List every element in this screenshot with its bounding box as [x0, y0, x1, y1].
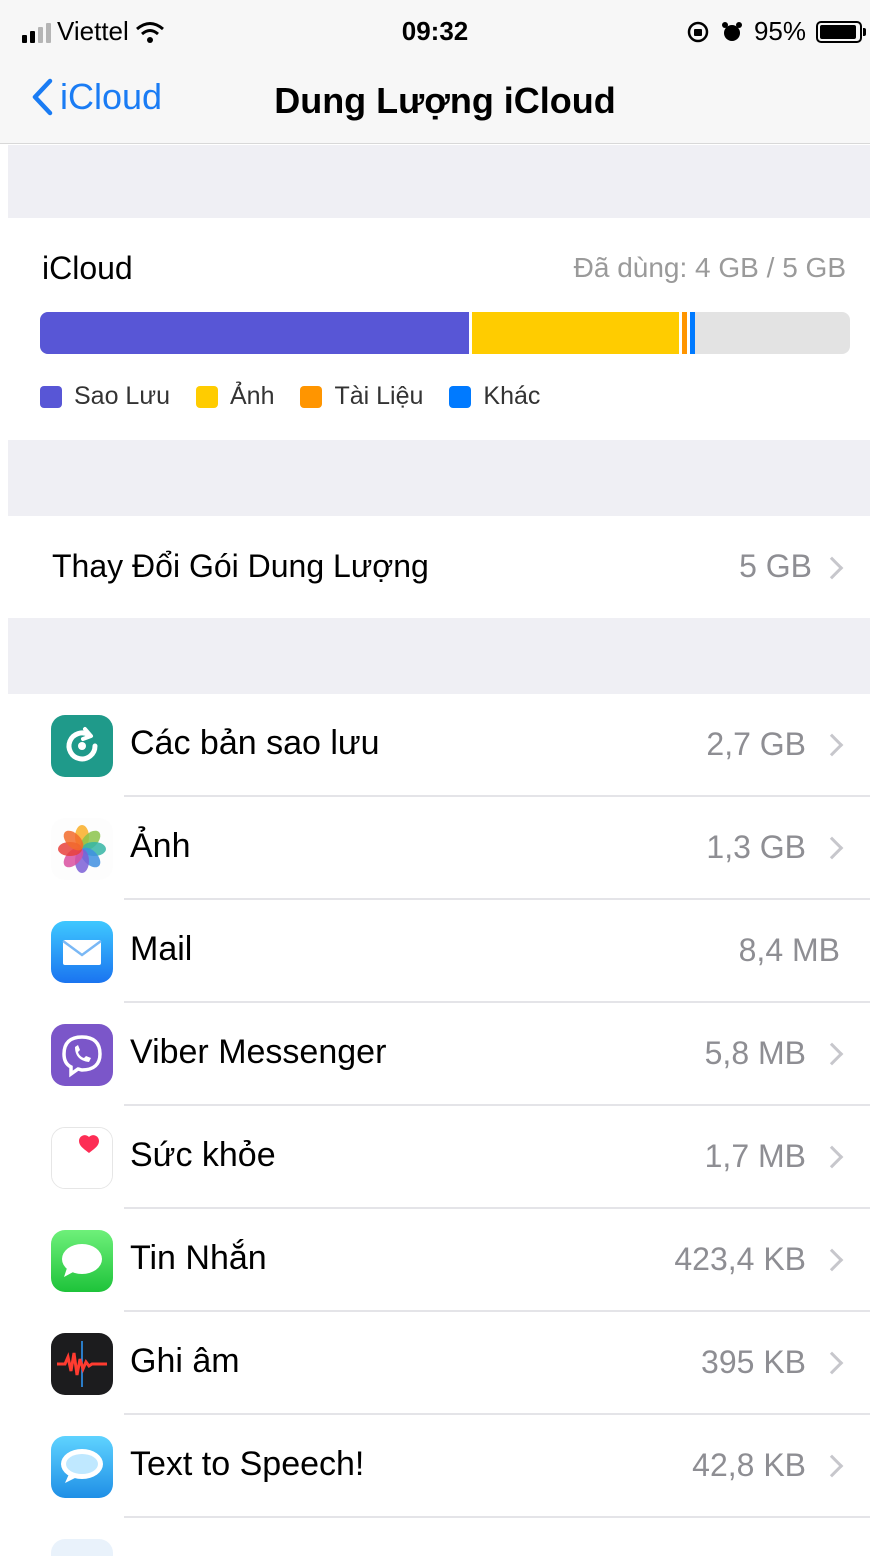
app-row-mail[interactable]: Mail 8,4 MB	[8, 900, 870, 1003]
app-row-photos[interactable]: Ảnh 1,3 GB	[8, 797, 870, 900]
voice-memos-icon	[51, 1333, 113, 1395]
status-bar: Viettel 09:32 95%	[0, 0, 870, 62]
plan-value: 5 GB	[739, 548, 812, 584]
app-row-messages[interactable]: Tin Nhắn 423,4 KB	[8, 1209, 870, 1312]
alarm-icon	[721, 21, 742, 41]
app-name: Viber Messenger	[130, 1033, 387, 1071]
app-name: Ghi âm	[130, 1342, 240, 1380]
legend-swatch	[300, 385, 323, 408]
section-gap	[8, 618, 870, 694]
messages-icon	[51, 1230, 113, 1292]
change-storage-plan-row[interactable]: Thay Đổi Gói Dung Lượng 5 GB	[8, 516, 870, 618]
app-row-backups[interactable]: Các bản sao lưu 2,7 GB	[8, 694, 870, 797]
app-storage-list: Các bản sao lưu 2,7 GB Ảnh 1,3 GB Mail 8…	[8, 694, 870, 1556]
app-name: Các bản sao lưu	[130, 724, 380, 762]
app-row-partial[interactable]	[8, 1518, 870, 1556]
legend-item: Ảnh	[195, 382, 275, 411]
text-to-speech-icon	[51, 1436, 113, 1498]
backup-icon	[51, 715, 113, 777]
chevron-right-icon	[820, 836, 844, 860]
app-size: 423,4 KB	[674, 1241, 806, 1277]
app-size: 395 KB	[701, 1344, 806, 1380]
legend-swatch	[195, 385, 218, 408]
app-icon-partial	[51, 1539, 113, 1556]
app-name: Text to Speech!	[130, 1445, 365, 1483]
usage-segment-sao-lưu	[40, 312, 470, 354]
app-size: 1,3 GB	[706, 829, 806, 865]
page-title: Dung Lượng iCloud	[274, 80, 616, 121]
chevron-right-icon	[820, 1454, 844, 1478]
app-size: 42,8 KB	[692, 1447, 806, 1483]
chevron-right-icon	[820, 1248, 844, 1272]
health-icon	[51, 1127, 113, 1189]
legend-item: Tài Liệu	[300, 382, 423, 411]
status-right: 95%	[686, 16, 866, 47]
chevron-right-icon	[820, 1042, 844, 1066]
storage-usage-bar	[40, 312, 850, 354]
legend-label: Ảnh	[229, 382, 275, 410]
legend-swatch	[449, 385, 472, 408]
navigation-bar: iCloud Dung Lượng iCloud	[0, 62, 870, 144]
battery-percent: 95%	[753, 16, 806, 46]
plan-label: Thay Đổi Gói Dung Lượng	[52, 548, 429, 584]
app-size: 8,4 MB	[738, 932, 840, 968]
legend-label: Tài Liệu	[334, 382, 424, 410]
chevron-right-icon	[820, 733, 844, 757]
app-row-voice-memos[interactable]: Ghi âm 395 KB	[8, 1312, 870, 1415]
battery-fill	[820, 24, 857, 39]
battery-icon	[816, 20, 866, 43]
section-gap	[8, 440, 870, 516]
storage-summary: iCloud Đã dùng: 4 GB / 5 GB Sao Lưu Ảnh Tà…	[8, 218, 870, 440]
app-name: Mail	[130, 930, 193, 968]
storage-label: iCloud	[42, 250, 133, 286]
app-size: 1,7 MB	[704, 1138, 806, 1174]
chevron-right-icon	[820, 1351, 844, 1375]
usage-segment-ảnh	[472, 312, 679, 354]
photos-icon	[51, 818, 113, 880]
legend-swatch	[40, 385, 62, 408]
storage-used-text: Đã dùng: 4 GB / 5 GB	[573, 252, 846, 283]
usage-segment-khác	[689, 312, 695, 354]
app-name: Tin Nhắn	[130, 1239, 267, 1277]
app-name: Ảnh	[130, 827, 191, 865]
viber-icon	[51, 1024, 113, 1086]
section-gap	[8, 145, 870, 218]
app-size: 2,7 GB	[706, 726, 806, 762]
mail-icon	[51, 921, 113, 983]
chevron-right-icon	[820, 556, 844, 580]
orientation-lock-icon	[687, 21, 709, 42]
legend-label: Sao Lưu	[74, 382, 170, 410]
storage-legend: Sao Lưu Ảnh Tài Liệu Khác	[40, 382, 566, 411]
app-size: 5,8 MB	[704, 1035, 806, 1071]
app-row-viber[interactable]: Viber Messenger 5,8 MB	[8, 1003, 870, 1106]
app-name: Sức khỏe	[130, 1136, 276, 1174]
app-row-text-to-speech[interactable]: Text to Speech! 42,8 KB	[8, 1415, 870, 1518]
legend-item: Khác	[449, 382, 540, 411]
legend-item: Sao Lưu	[40, 382, 170, 411]
app-row-health[interactable]: Sức khỏe 1,7 MB	[8, 1106, 870, 1209]
legend-label: Khác	[483, 382, 541, 410]
chevron-right-icon	[820, 1145, 844, 1169]
